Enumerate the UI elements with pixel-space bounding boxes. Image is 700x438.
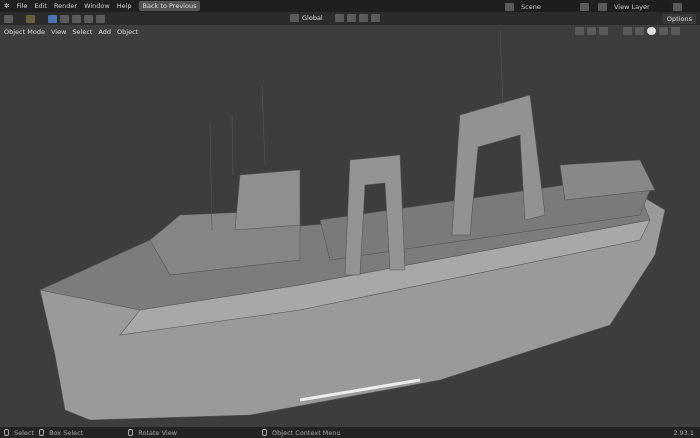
overlay-icon[interactable] <box>599 27 608 35</box>
back-to-previous-button[interactable]: Back to Previous <box>138 1 201 11</box>
editor-type-icon[interactable] <box>4 14 13 23</box>
menu-object[interactable]: Object <box>117 28 138 36</box>
status-box-select: Box Select <box>49 428 84 437</box>
top-bar: ✲ File Edit Render Window Help Back to P… <box>0 0 700 12</box>
proportional-edit-icon[interactable] <box>371 14 380 22</box>
visibility-icon[interactable] <box>575 27 584 35</box>
menu-render[interactable]: Render <box>54 2 77 10</box>
tool-header: Global Options <box>0 12 700 25</box>
menu-view[interactable]: View <box>51 28 66 36</box>
view-layer-field[interactable]: View Layer <box>610 2 670 12</box>
transform-orientation-icon[interactable] <box>290 14 299 22</box>
select-mode-intersect-icon[interactable] <box>96 14 105 23</box>
new-scene-icon[interactable] <box>580 3 589 11</box>
wireframe-shading-icon[interactable] <box>635 27 644 35</box>
status-rotate-view: Rotate View <box>138 428 178 437</box>
menu-select[interactable]: Select <box>72 28 92 36</box>
select-mode-extend-icon[interactable] <box>60 14 69 23</box>
gizmo-icon[interactable] <box>587 27 596 35</box>
mouse-right-icon <box>262 429 268 436</box>
status-bar: Select Box Select Rotate View Object Con… <box>0 427 700 438</box>
options-button[interactable]: Options <box>662 13 696 24</box>
select-mode-subtract-icon[interactable] <box>72 14 81 23</box>
object-mode-dropdown[interactable]: Object Mode <box>4 28 45 36</box>
version-label: 2.93.1 <box>673 428 694 437</box>
snap-icon[interactable] <box>347 14 356 22</box>
scene-field[interactable]: Scene <box>517 2 577 12</box>
select-mode-invert-icon[interactable] <box>84 14 93 23</box>
viewport-3d[interactable] <box>0 25 700 427</box>
solid-shading-icon[interactable] <box>647 27 656 35</box>
orientation-dropdown[interactable]: Global <box>302 14 332 22</box>
new-view-layer-icon[interactable] <box>673 3 682 11</box>
material-shading-icon[interactable] <box>659 27 668 35</box>
snap-target-icon[interactable] <box>359 14 368 22</box>
menu-edit[interactable]: Edit <box>34 2 47 10</box>
menu-add[interactable]: Add <box>98 28 111 36</box>
xray-icon[interactable] <box>623 27 632 35</box>
rendered-shading-icon[interactable] <box>671 27 680 35</box>
pivot-point-icon[interactable] <box>335 14 344 22</box>
status-select: Select <box>14 428 35 437</box>
scene-icon[interactable] <box>505 3 514 11</box>
menu-file[interactable]: File <box>16 2 27 10</box>
select-tool-icon[interactable] <box>26 14 35 23</box>
mouse-middle-icon <box>128 429 134 436</box>
select-mode-new-icon[interactable] <box>48 14 57 23</box>
menu-help[interactable]: Help <box>117 2 132 10</box>
menu-window[interactable]: Window <box>84 2 110 10</box>
ship-model <box>39 29 666 421</box>
status-context-menu: Object Context Menu <box>272 428 341 437</box>
viewport-header: Object Mode View Select Add Object <box>0 26 700 37</box>
mouse-drag-icon <box>39 429 45 436</box>
blender-logo-icon[interactable]: ✲ <box>4 2 9 10</box>
mouse-left-icon <box>4 429 9 436</box>
view-layer-icon[interactable] <box>598 3 607 11</box>
